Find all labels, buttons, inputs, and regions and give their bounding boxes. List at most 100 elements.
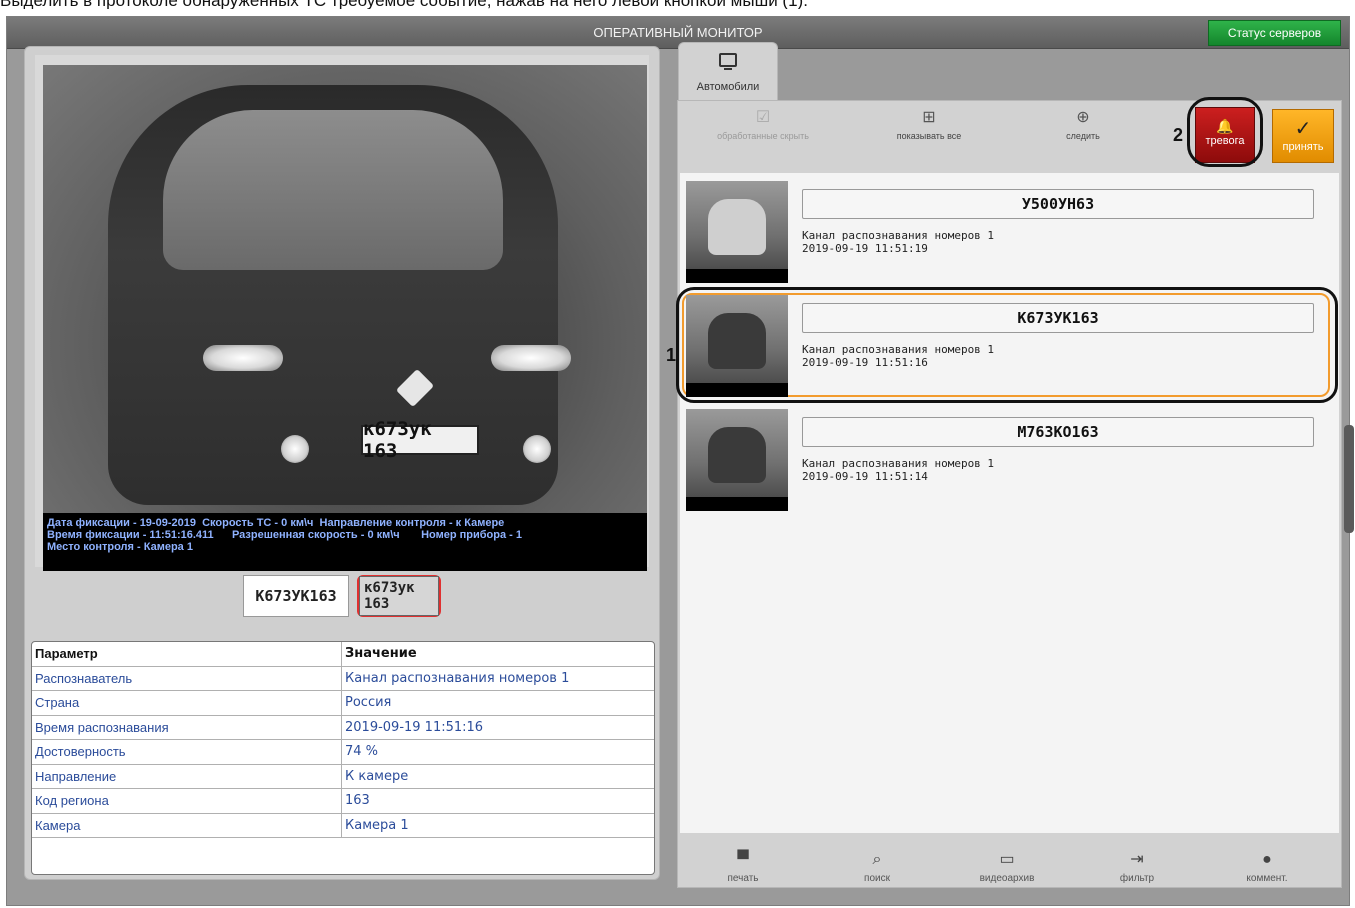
event-thumbnail [686, 409, 788, 511]
event-thumbnail [686, 295, 788, 397]
headlight-right [491, 345, 571, 371]
param-value: Камера 1 [345, 817, 409, 833]
car-license-plate: к673ук 163 [361, 418, 479, 462]
list-item[interactable]: М763КО163 Канал распознавания номеров 1 … [680, 405, 1336, 515]
accept-button[interactable]: ✓ принять [1272, 109, 1334, 163]
car-windshield [163, 110, 503, 270]
param-value: 163 [345, 793, 370, 808]
param-value: Канал распознавания номеров 1 [345, 670, 570, 686]
follow-button[interactable]: ⊕ следить [1028, 109, 1138, 141]
table-row: Камера Камера 1 [32, 813, 654, 838]
event-channel: Канал распознавания номеров 1 [802, 229, 995, 242]
table-row: Код региона 163 [32, 789, 654, 814]
table-header: Параметр Значение [32, 642, 654, 667]
print-button[interactable]: ▀ печать [698, 851, 788, 884]
thumbnail-car [708, 199, 766, 255]
thumbnail-strip [686, 497, 788, 511]
search-label: поиск [864, 873, 890, 884]
table-row: Распознаватель Канал распознавания номер… [32, 666, 654, 691]
event-plate: У500УН63 [802, 189, 1314, 219]
header-value: Значение [345, 646, 417, 661]
checklist-icon: ☑ [755, 109, 771, 126]
param-name: Страна [32, 691, 342, 715]
overlay-line-1: Дата фиксации - 19-09-2019 Скорость ТС -… [47, 517, 505, 529]
param-name: Распознаватель [32, 666, 342, 690]
param-name: Достоверность [32, 740, 342, 764]
tab-label: Автомобили [696, 81, 760, 93]
param-name: Код региона [32, 789, 342, 813]
plate-image: к673ук 163 [357, 575, 441, 617]
event-info: Канал распознавания номеров 1 2019-09-19… [802, 343, 994, 369]
param-name: Камера [32, 813, 342, 837]
foglight-right [523, 435, 551, 463]
filter-button[interactable]: ⇥ фильтр [1092, 851, 1182, 884]
tab-vehicles[interactable]: Автомобили [678, 42, 778, 102]
thumbnail-strip [686, 269, 788, 283]
param-value: Россия [345, 695, 392, 710]
vehicle-photo[interactable]: к673ук 163 Дата фиксации - 19-09-2019 Ск… [43, 65, 647, 571]
plate-image-text: к673ук 163 [359, 576, 439, 616]
recognized-plate-text: К673УК163 [243, 575, 349, 617]
monitor-icon [719, 53, 737, 67]
video-archive-button[interactable]: ▭ видеоархив [962, 851, 1052, 884]
vehicle-events-panel: ☑ обработанные скрыть ⊞ показывать все ⊕… [666, 97, 1342, 889]
overlay-line-3: Место контроля - Камера 1 [47, 541, 193, 553]
param-value: 2019-09-19 11:51:16 [345, 719, 484, 735]
table-row: Направление К камере [32, 764, 654, 789]
event-channel: Канал распознавания номеров 1 [802, 343, 995, 356]
printer-icon: ▀ [737, 851, 749, 868]
event-channel: Канал распознавания номеров 1 [802, 457, 995, 470]
comment-label: коммент. [1246, 873, 1288, 884]
server-status-button[interactable]: Статус серверов [1208, 20, 1341, 46]
crosshair-icon: ⊕ [1076, 109, 1090, 126]
events-toolbar: ☑ обработанные скрыть ⊞ показывать все ⊕… [678, 97, 1341, 167]
archive-icon: ▭ [999, 851, 1015, 868]
events-list: У500УН63 Канал распознавания номеров 1 2… [676, 173, 1339, 833]
event-info: Канал распознавания номеров 1 2019-09-19… [802, 229, 994, 255]
param-name: Время распознавания [32, 715, 342, 739]
alarm-highlight-circle [1187, 97, 1263, 167]
event-time: 2019-09-19 11:51:19 [802, 242, 928, 255]
comment-icon: ● [1262, 851, 1272, 868]
thumbnail-car [708, 313, 766, 369]
instruction-caption: Выделить в протоколе обнаруженных ТС тре… [0, 0, 1355, 9]
table-row: Страна Россия [32, 691, 654, 716]
layout-icon: ⊞ [922, 109, 936, 126]
param-value: К камере [345, 768, 409, 784]
event-plate: К673УК163 [802, 303, 1314, 333]
search-button[interactable]: ⌕ поиск [832, 851, 922, 884]
param-value: 74 % [345, 744, 379, 759]
list-item[interactable]: У500УН63 Канал распознавания номеров 1 2… [680, 177, 1336, 287]
video-archive-label: видеоархив [979, 873, 1035, 884]
header-param: Параметр [32, 642, 342, 666]
follow-label: следить [1066, 131, 1100, 141]
table-row: Время распознавания 2019-09-19 11:51:16 [32, 715, 654, 740]
event-time: 2019-09-19 11:51:16 [802, 356, 928, 369]
filter-label: фильтр [1119, 873, 1155, 884]
marker-2: 2 [1173, 125, 1184, 145]
monitor-stand-icon [724, 68, 732, 70]
event-info: Канал распознавания номеров 1 2019-09-19… [802, 457, 994, 483]
checkmark-icon: ✓ [1294, 118, 1312, 140]
thumbnail-strip [686, 383, 788, 397]
show-all-button[interactable]: ⊞ показывать все [874, 109, 984, 141]
scrollbar[interactable] [1344, 425, 1354, 533]
hide-processed-label: обработанные скрыть [717, 131, 809, 141]
photo-frame: к673ук 163 Дата фиксации - 19-09-2019 Ск… [35, 55, 649, 571]
table-row: Достоверность 74 % [32, 740, 654, 765]
marker-1: 1 [666, 345, 677, 365]
search-icon: ⌕ [872, 851, 882, 868]
event-plate: М763КО163 [802, 417, 1314, 447]
print-label: печать [727, 873, 759, 884]
plate-row: К673УК163 к673ук 163 [243, 575, 441, 619]
event-time: 2019-09-19 11:51:14 [802, 470, 928, 483]
hide-processed-button[interactable]: ☑ обработанные скрыть [708, 109, 818, 141]
list-item-selected[interactable]: К673УК163 Канал распознавания номеров 1 … [676, 287, 1338, 403]
comment-button[interactable]: ● коммент. [1222, 851, 1312, 884]
foglight-left [281, 435, 309, 463]
bottom-toolbar: ▀ печать ⌕ поиск ▭ видеоархив ⇥ фильтр ●… [678, 843, 1341, 889]
thumbnail-car [708, 427, 766, 483]
window-title: ОПЕРАТИВНЫЙ МОНИТОР [593, 25, 763, 40]
parameters-table: Параметр Значение Распознаватель Канал р… [31, 641, 655, 875]
param-name: Направление [32, 764, 342, 788]
